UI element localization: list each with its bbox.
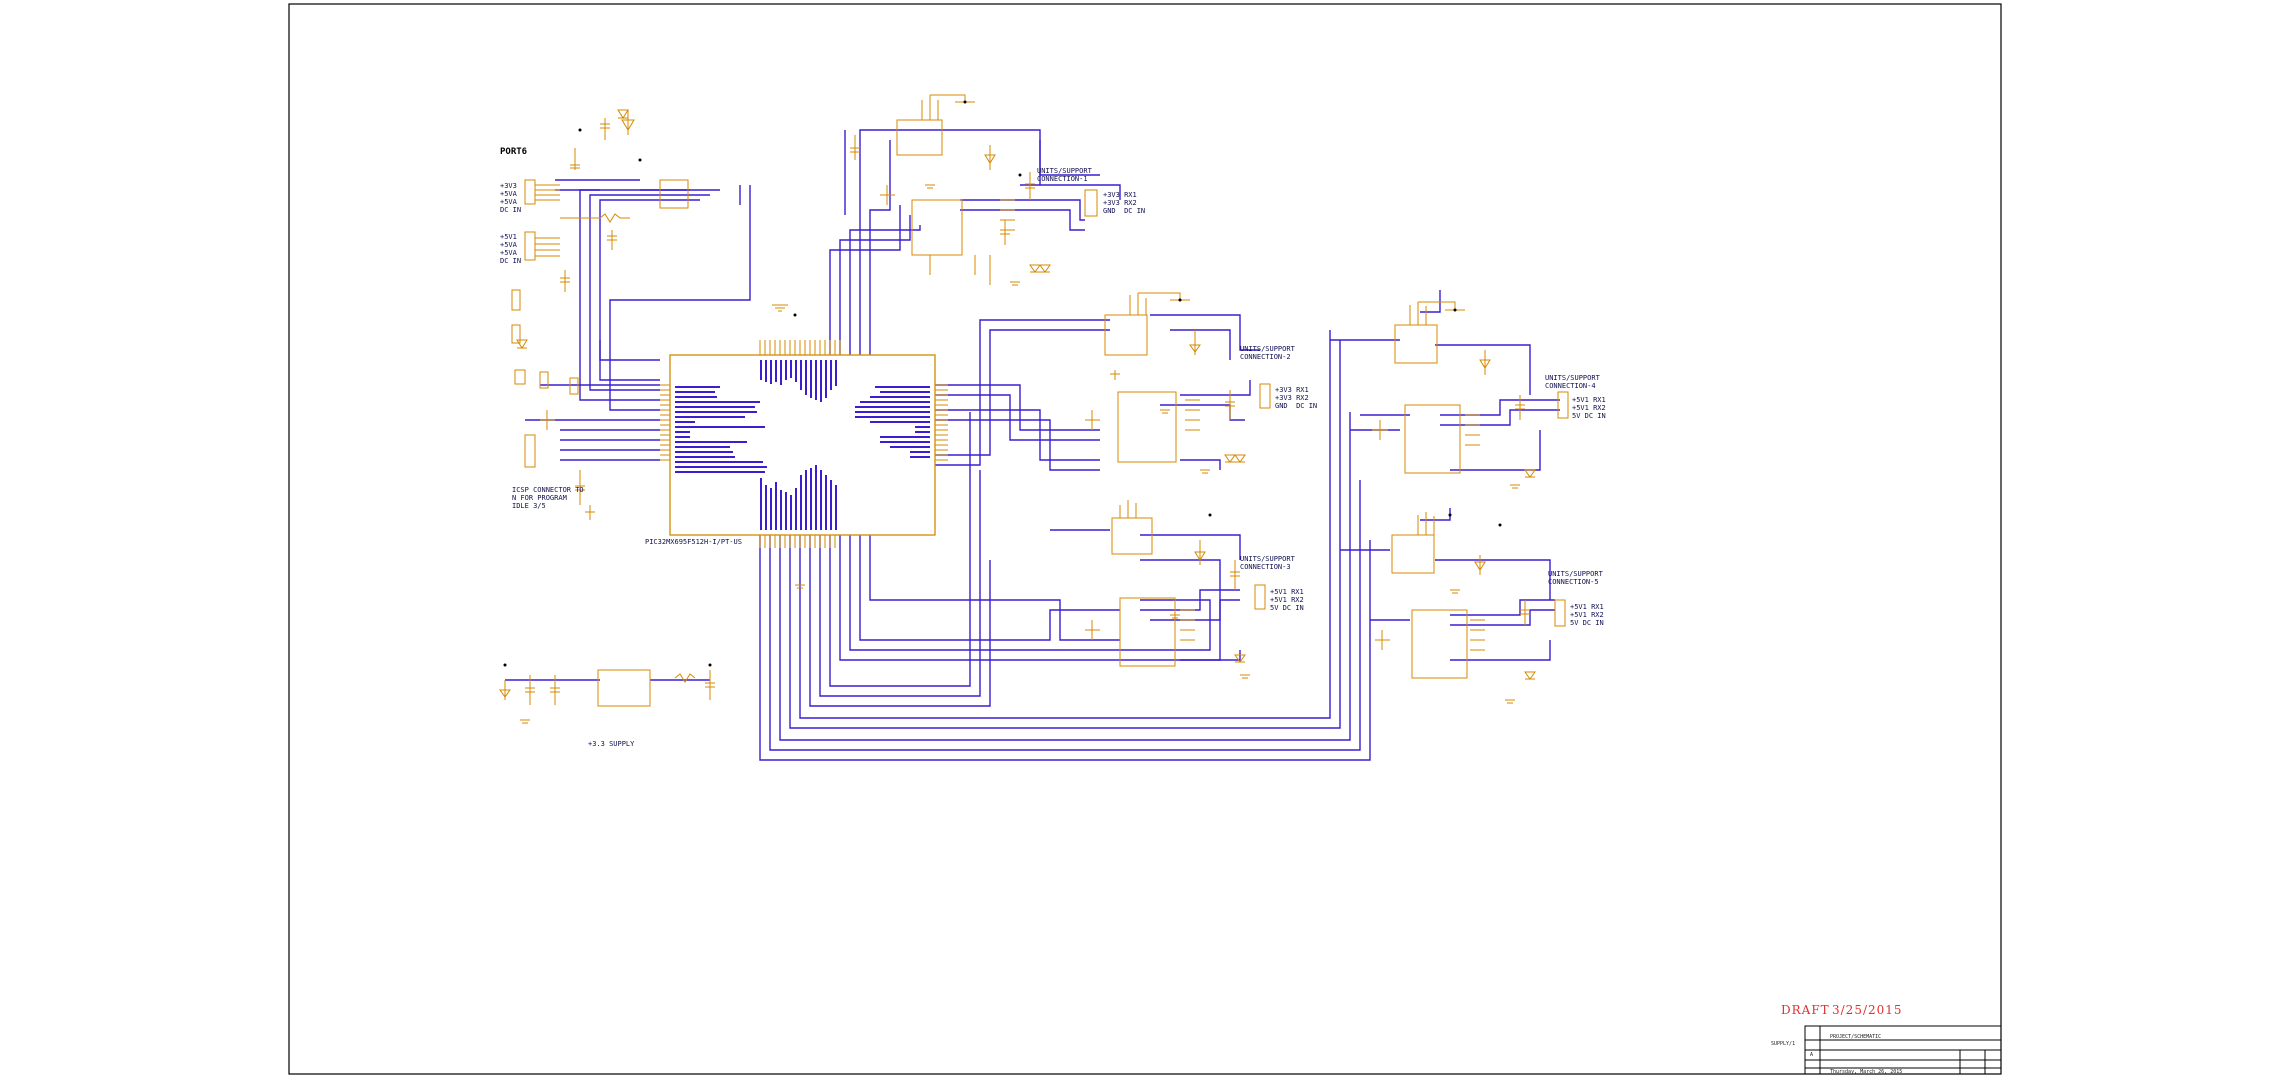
connection-3-pins: +5V1 RX1 +5V1 RX2 5V DC IN bbox=[1270, 588, 1304, 612]
block1-parts bbox=[850, 94, 1098, 285]
schematic-sheet: PORT6 +3V3 +5VA +5VA DC IN +5V1 +5VA +5V… bbox=[0, 0, 2278, 1078]
title-block-size: A bbox=[1810, 1052, 1814, 1058]
supply-parts bbox=[499, 669, 715, 707]
mcu-pins bbox=[660, 340, 948, 548]
mcu-part-number: PIC32MX695F512H-I/PT-US bbox=[645, 538, 742, 546]
title-block-date: Thursday, March 26, 2015 bbox=[1830, 1069, 1903, 1075]
port6-heading: PORT6 bbox=[500, 147, 528, 157]
junction-dots bbox=[503, 100, 1502, 667]
supply-heading: +3.3 SUPPLY bbox=[588, 740, 635, 748]
mcu-pin-labels bbox=[675, 360, 930, 530]
port6-input-pins: +5V1 +5VA +5VA DC IN bbox=[500, 233, 522, 265]
block4-parts bbox=[1372, 301, 1569, 478]
draft-label: DRAFT bbox=[1781, 1003, 1830, 1017]
block2-parts bbox=[1085, 292, 1271, 463]
mcu-body bbox=[669, 354, 936, 536]
drawing-border bbox=[288, 3, 2002, 1075]
schematic-canvas bbox=[288, 3, 2002, 1075]
block3-parts bbox=[1085, 500, 1266, 667]
icsp-connector-note: ICSP CONNECTOR TO N FOR PROGRAM IDLE 3/5 bbox=[512, 486, 584, 510]
block5-parts bbox=[1375, 512, 1566, 680]
title-block-title: PROJECT/SCHEMATIC bbox=[1830, 1034, 1882, 1040]
connection-1-title: UNITS/SUPPORT CONNECTION-1 bbox=[1037, 167, 1092, 183]
port6-connectors bbox=[524, 110, 689, 292]
title-block-sheet: SUPPLY/1 bbox=[1771, 1041, 1796, 1047]
connection-3-title: UNITS/SUPPORT CONNECTION-3 bbox=[1240, 555, 1295, 571]
connection-2-title: UNITS/SUPPORT CONNECTION-2 bbox=[1240, 345, 1295, 361]
port6-power-pins: +3V3 +5VA +5VA DC IN bbox=[500, 182, 522, 214]
connection-5-title: UNITS/SUPPORT CONNECTION-5 bbox=[1548, 570, 1603, 586]
port6-zener-diodes bbox=[516, 109, 629, 349]
connection-1-pins: +3V3 RX1 +3V3 RX2 GND DC IN bbox=[1103, 191, 1146, 215]
connection-5-pins: +5V1 RX1 +5V1 RX2 5V DC IN bbox=[1570, 603, 1604, 627]
connection-4-title: UNITS/SUPPORT CONNECTION-4 bbox=[1545, 374, 1600, 390]
connection-2-pins: +3V3 RX1 +3V3 RX2 GND DC IN bbox=[1275, 386, 1318, 410]
connection-4-pins: +5V1 RX1 +5V1 RX2 5V DC IN bbox=[1572, 396, 1606, 420]
draft-date: 3/25/2015 bbox=[1832, 1003, 1903, 1017]
